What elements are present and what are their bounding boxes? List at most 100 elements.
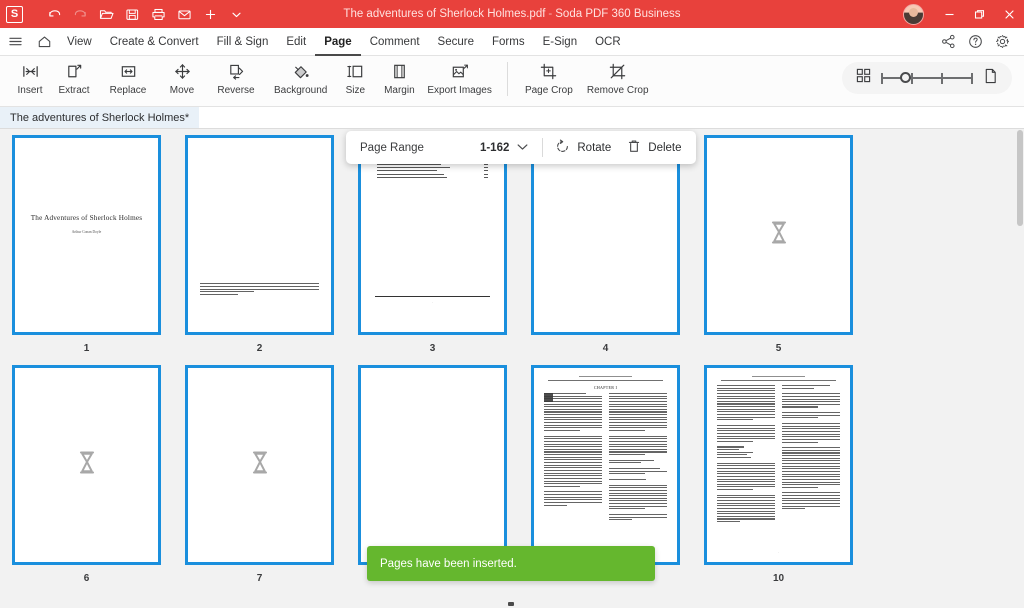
undo-icon[interactable] xyxy=(41,3,67,25)
window-title-separator: - xyxy=(548,8,553,20)
share-icon[interactable] xyxy=(935,28,962,56)
page-thumbnail-1[interactable]: The Adventures of Sherlock Holmes Arthur… xyxy=(12,135,161,335)
ribbon-button-size[interactable]: Size xyxy=(333,56,377,96)
page-1-author: Arthur Conan Doyle xyxy=(71,230,102,234)
horizontal-scroll-indicator[interactable] xyxy=(508,602,514,606)
hamburger-menu-icon[interactable] xyxy=(0,35,30,48)
page-thumbnail-5[interactable] xyxy=(704,135,853,335)
page-10-column-right xyxy=(782,385,840,524)
menu-item-forms[interactable]: Forms xyxy=(483,28,534,56)
minimize-button[interactable] xyxy=(934,0,964,28)
document-tab[interactable]: The adventures of Sherlock Holmes* xyxy=(0,107,200,128)
save-icon[interactable] xyxy=(119,3,145,25)
page-3-rule xyxy=(375,296,490,298)
menu-item-fill-sign[interactable]: Fill & Sign xyxy=(208,28,278,56)
open-folder-icon[interactable] xyxy=(93,3,119,25)
home-icon[interactable] xyxy=(30,35,58,49)
print-icon[interactable] xyxy=(145,3,171,25)
vertical-scrollbar-thumb[interactable] xyxy=(1017,130,1023,226)
settings-gear-icon[interactable] xyxy=(989,28,1016,56)
page-1-title: The Adventures of Sherlock Holmes xyxy=(30,214,143,222)
zoom-slider-tick xyxy=(941,72,943,84)
maximize-restore-button[interactable] xyxy=(964,0,994,28)
ribbon-button-insert[interactable]: Insert xyxy=(8,56,52,96)
window-controls xyxy=(903,0,1024,28)
menu-item-page[interactable]: Page xyxy=(315,28,361,56)
grid-view-icon[interactable] xyxy=(856,68,871,88)
menu-item-comment[interactable]: Comment xyxy=(361,28,429,56)
page-number-label: 7 xyxy=(256,573,263,584)
ribbon-button-remove-crop[interactable]: Remove Crop xyxy=(581,56,655,96)
page-thumbnail-3[interactable]: · xyxy=(358,135,507,335)
quick-access-toolbar xyxy=(41,3,249,25)
ribbon-label-export-images: Export Images xyxy=(427,85,492,96)
ribbon-label-extract: Extract xyxy=(58,85,90,96)
page-2-copyright-block xyxy=(200,283,319,297)
page-10-column-left xyxy=(717,385,775,524)
zoom-slider-tick xyxy=(881,72,883,84)
page-range-floating-toolbar: Page Range 1-162 Rotate Delete xyxy=(346,131,696,164)
page-thumbnail-4[interactable] xyxy=(531,135,680,335)
menu-item-esign[interactable]: E-Sign xyxy=(534,28,587,56)
page-10-content: · xyxy=(707,368,850,562)
page-thumbnail-cell: 7 xyxy=(173,365,346,593)
page-thumbnail-area: The Adventures of Sherlock Holmes Arthur… xyxy=(0,129,1024,608)
ribbon-label-reverse: Reverse xyxy=(217,85,255,96)
rotate-button[interactable]: Rotate xyxy=(555,139,611,157)
help-icon[interactable] xyxy=(962,28,989,56)
page-thumbnail-7[interactable] xyxy=(185,365,334,565)
delete-button[interactable]: Delete xyxy=(627,139,682,157)
page-number-label: 5 xyxy=(775,343,782,354)
page-number-label: 10 xyxy=(772,573,785,584)
status-toast-message: Pages have been inserted. xyxy=(380,557,517,570)
zoom-slider-tick xyxy=(971,72,973,84)
page-3-footer: · xyxy=(432,300,433,304)
page-range-dropdown[interactable]: 1-162 xyxy=(480,142,528,154)
page-number-label: 1 xyxy=(83,343,90,354)
single-page-view-icon[interactable] xyxy=(983,68,998,89)
page-range-label: Page Range xyxy=(360,141,424,154)
ribbon-button-page-crop[interactable]: Page Crop xyxy=(517,56,581,96)
ribbon-button-reverse[interactable]: Reverse xyxy=(204,56,268,96)
ribbon-label-replace: Replace xyxy=(109,85,147,96)
ribbon-label-background: Background xyxy=(274,85,328,96)
email-icon[interactable] xyxy=(171,3,197,25)
trash-icon xyxy=(627,139,641,157)
close-button[interactable] xyxy=(994,0,1024,28)
ribbon-button-replace[interactable]: Replace xyxy=(96,56,160,96)
hourglass-loading-icon xyxy=(250,451,270,480)
ribbon-button-move[interactable]: Move xyxy=(160,56,204,96)
redo-icon[interactable] xyxy=(67,3,93,25)
avatar[interactable] xyxy=(903,3,924,25)
zoom-slider-handle[interactable] xyxy=(900,72,911,83)
page-thumbnail-grid: The Adventures of Sherlock Holmes Arthur… xyxy=(0,129,1024,595)
vertical-scrollbar[interactable] xyxy=(1016,129,1024,608)
chevron-down-icon[interactable] xyxy=(223,3,249,25)
ribbon-label-size: Size xyxy=(345,85,366,96)
ribbon-button-background[interactable]: Background xyxy=(268,56,333,96)
page-number-label: 4 xyxy=(602,343,609,354)
menu-item-view[interactable]: View xyxy=(58,28,101,56)
ribbon-button-export-images[interactable]: Export Images xyxy=(421,56,497,96)
page-ribbon-toolbar: Insert Extract Replace Move Reverse Back… xyxy=(0,56,1024,107)
page-thumbnail-6[interactable] xyxy=(12,365,161,565)
floating-toolbar-divider xyxy=(542,138,544,157)
menu-item-secure[interactable]: Secure xyxy=(429,28,483,56)
reverse-pages-icon xyxy=(227,60,246,82)
page-thumbnail-2[interactable] xyxy=(185,135,334,335)
menu-item-ocr[interactable]: OCR xyxy=(586,28,630,56)
page-thumbnail-8[interactable] xyxy=(358,365,507,565)
export-images-icon xyxy=(450,60,469,82)
plus-icon[interactable] xyxy=(197,3,223,25)
rotate-icon xyxy=(555,139,570,157)
page-thumbnail-10[interactable]: · xyxy=(704,365,853,565)
ribbon-label-page-crop: Page Crop xyxy=(524,85,573,96)
menu-item-edit[interactable]: Edit xyxy=(277,28,315,56)
zoom-slider[interactable] xyxy=(881,70,973,86)
ribbon-button-extract[interactable]: Extract xyxy=(52,56,96,96)
ribbon-button-margin[interactable]: Margin xyxy=(377,56,421,96)
page-margin-icon xyxy=(390,60,409,82)
window-title-document: The adventures of Sherlock Holmes.pdf xyxy=(343,8,546,20)
page-thumbnail-9[interactable]: CHAPTER I xyxy=(531,365,680,565)
menu-item-create-convert[interactable]: Create & Convert xyxy=(101,28,208,56)
